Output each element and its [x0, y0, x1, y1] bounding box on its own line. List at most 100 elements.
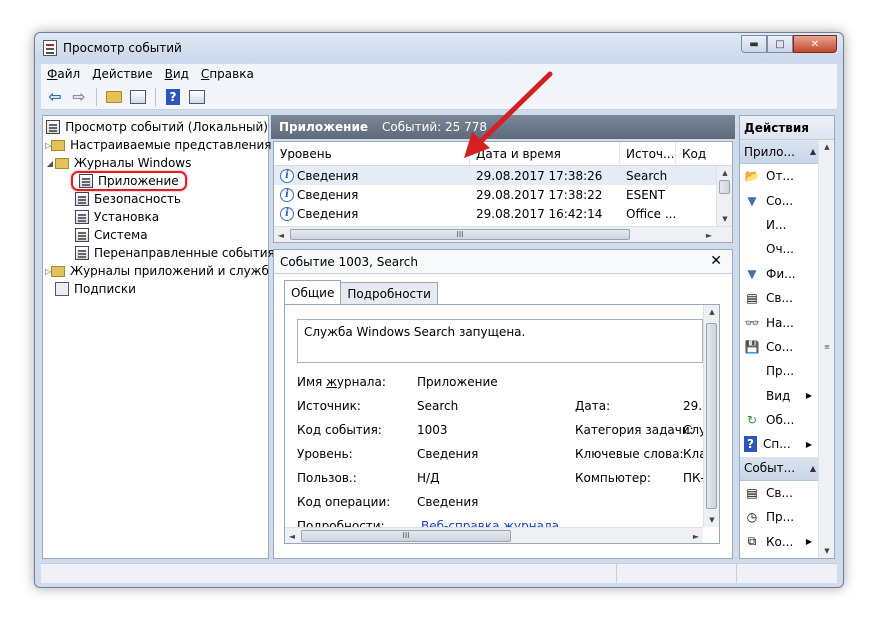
find-icon: 👓 — [744, 315, 760, 330]
scroll-up-icon[interactable]: ▲ — [819, 140, 834, 154]
tab-details[interactable]: Подробности — [340, 282, 438, 304]
tree-item-label: Перенаправленные события — [94, 246, 275, 260]
tree-item-system[interactable]: Система — [43, 226, 268, 244]
maximize-button[interactable]: □ — [767, 35, 793, 53]
collapse-arrow-icon[interactable]: ◢ — [45, 159, 55, 168]
folder-icon — [51, 139, 66, 151]
back-icon[interactable]: ⇦ — [45, 87, 65, 107]
scroll-down-icon[interactable]: ▼ — [819, 544, 834, 558]
log-name: Приложение — [279, 120, 368, 134]
field-label-task: Категория задачи: — [575, 423, 694, 437]
collapse-icon[interactable]: ▲ — [810, 147, 816, 156]
menu-item-0[interactable]: Файл — [41, 67, 86, 81]
menu-label-rest: правка — [209, 67, 254, 81]
tab-general[interactable]: Общие — [284, 280, 342, 304]
field-value-level: Сведения — [417, 447, 479, 461]
column-header-code[interactable]: Код — [676, 142, 716, 165]
tree-item-label: Установка — [94, 210, 160, 224]
action-label: Ко... — [766, 534, 794, 549]
tree-item-forwarded-events[interactable]: Перенаправленные события — [43, 244, 275, 262]
scroll-grip-icon[interactable]: ≡ — [819, 340, 834, 354]
title-bar[interactable]: Просмотр событий ▬ □ ✕ — [35, 33, 843, 63]
scroll-left-icon[interactable]: ◄ — [274, 227, 288, 243]
blank-icon — [744, 363, 760, 379]
event-detail-panel: Событие 1003, Search ✕ Общие Подробности… — [273, 249, 733, 559]
properties-icon: ▤ — [746, 291, 758, 306]
log-icon — [79, 174, 93, 188]
event-source: Office ... — [626, 206, 676, 221]
tree-item-custom-views[interactable]: ▷ Настраиваемые представления — [43, 136, 272, 154]
action-label: Пр... — [766, 510, 795, 525]
menu-accelerator: Ф — [47, 67, 58, 81]
info-icon: i — [280, 187, 294, 202]
field-label-keywords: Ключевые слова: — [575, 447, 684, 461]
column-header-level[interactable]: Уровень — [274, 142, 470, 165]
detail-vertical-scrollbar[interactable]: ▲ ▼ — [703, 305, 719, 527]
field-value-computer: ПК- — [683, 471, 705, 485]
tree-item-windows-logs[interactable]: ◢ Журналы Windows — [43, 154, 268, 172]
minimize-button[interactable]: ▬ — [741, 35, 767, 53]
action-label: Св... — [766, 485, 793, 500]
folder-up-icon[interactable] — [104, 87, 124, 107]
scroll-up-icon[interactable]: ▲ — [704, 305, 720, 319]
scroll-down-icon[interactable]: ▼ — [704, 513, 720, 527]
list-vertical-scrollbar[interactable]: ▲ ▼ — [716, 166, 732, 226]
event-row[interactable]: i Сведения 29.08.2017 16:42:14 Office ... — [274, 204, 732, 223]
blank-icon — [744, 217, 760, 233]
column-header-source[interactable]: Источ... — [620, 142, 676, 165]
action-label: И... — [766, 217, 787, 232]
tree-item-setup[interactable]: Установка — [43, 208, 268, 226]
tree-item-application[interactable]: Приложение — [43, 171, 268, 191]
section-label: Прило... — [744, 144, 795, 159]
scroll-right-icon[interactable]: ► — [702, 227, 716, 243]
console-tree-icon[interactable] — [128, 87, 148, 107]
scroll-thumb[interactable] — [706, 323, 717, 509]
scroll-right-icon[interactable]: ► — [689, 528, 703, 544]
tree-item-label: Настраиваемые представления — [70, 138, 272, 152]
actions-vertical-scrollbar[interactable]: ▲ ≡ ▼ — [818, 140, 834, 558]
properties-icon: ▤ — [746, 485, 758, 500]
filter-icon: ▼ — [747, 266, 757, 281]
menu-accelerator: В — [164, 67, 173, 81]
list-horizontal-scrollbar[interactable]: ◄ III ► — [274, 226, 732, 242]
menu-item-2[interactable]: Вид — [159, 67, 195, 81]
refresh-icon: ↻ — [746, 413, 758, 428]
event-message[interactable]: Служба Windows Search запущена. — [297, 319, 703, 363]
scroll-thumb[interactable] — [719, 180, 730, 194]
forward-icon[interactable]: ⇨ — [69, 87, 89, 107]
event-source: ESENT — [626, 187, 666, 202]
tree-item-label: Просмотр событий (Локальный) — [65, 120, 268, 134]
tree-item-label: Приложение — [98, 174, 179, 188]
tree-item-subscriptions[interactable]: Подписки — [43, 280, 268, 298]
tree-item-security[interactable]: Безопасность — [43, 190, 268, 208]
tree-item-root[interactable]: Просмотр событий (Локальный) — [43, 118, 268, 136]
submenu-arrow-icon: ▶ — [805, 391, 812, 401]
close-button[interactable]: ✕ — [793, 35, 837, 53]
action-label: Оч... — [766, 242, 794, 257]
tree-item-label: Журналы Windows — [74, 156, 192, 170]
help-icon[interactable]: ? — [163, 87, 183, 107]
scroll-thumb[interactable]: III — [290, 229, 630, 240]
scroll-down-icon[interactable]: ▼ — [717, 212, 733, 226]
scroll-up-icon[interactable]: ▲ — [717, 166, 733, 180]
collapse-icon[interactable]: ▲ — [810, 464, 816, 473]
close-detail-icon[interactable]: ✕ — [710, 253, 722, 269]
tree-item-app-service-logs[interactable]: ▷ Журналы приложений и служб — [43, 262, 269, 280]
scroll-left-icon[interactable]: ◄ — [285, 528, 299, 544]
event-row[interactable]: i Сведения 29.08.2017 17:38:26 Search — [274, 166, 732, 185]
action-pane-icon[interactable] — [187, 87, 207, 107]
menu-bar: Файл Действие Вид Справка — [41, 64, 837, 84]
detail-horizontal-scrollbar[interactable]: ◄ III ► — [285, 527, 703, 543]
folder-icon — [55, 157, 69, 169]
event-row[interactable]: i Сведения 29.08.2017 17:38:22 ESENT — [274, 185, 732, 204]
log-icon — [75, 210, 89, 224]
field-label-event-id: Код события: — [297, 423, 382, 437]
submenu-arrow-icon: ▶ — [805, 537, 812, 547]
field-label-log-name: Имя журнала: — [297, 375, 386, 389]
action-label: Сп... — [763, 437, 791, 452]
menu-item-3[interactable]: Справка — [195, 67, 260, 81]
scroll-thumb[interactable]: III — [301, 530, 511, 542]
menu-item-1[interactable]: Действие — [86, 67, 158, 81]
status-cell — [41, 564, 617, 583]
menu-accelerator: Д — [92, 67, 102, 81]
